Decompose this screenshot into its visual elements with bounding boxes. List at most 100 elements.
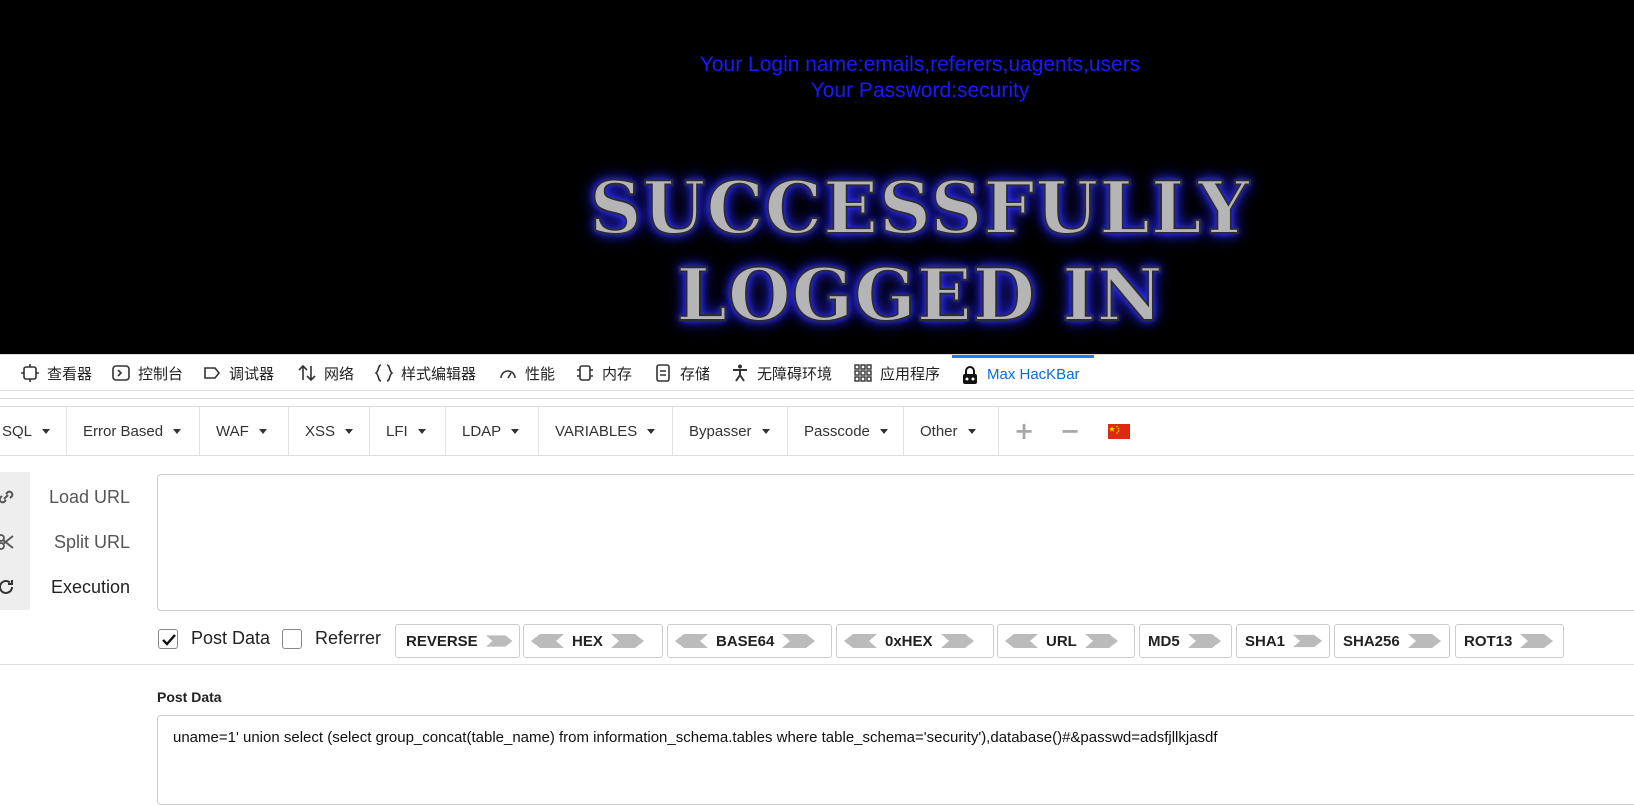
tab-label: 查看器 xyxy=(47,365,93,383)
tab-label: 无障碍环境 xyxy=(757,365,833,383)
tab-max-hackbar[interactable]: Max HacKBar xyxy=(952,355,1094,391)
arrow-right-icon xyxy=(1187,634,1221,648)
encoder-label: URL xyxy=(1046,632,1077,650)
devtools-toolbar: 查看器 控制台 调试器 网络 样式编辑器 性能 内存 存储 无障碍环境 应用程序… xyxy=(0,354,1634,391)
divider xyxy=(0,664,1634,665)
tab-label: 调试器 xyxy=(229,365,275,383)
menu-sql[interactable]: SQL xyxy=(0,407,67,455)
menu-variables[interactable]: VARIABLES xyxy=(539,407,673,455)
style-editor-icon xyxy=(374,364,394,382)
arrow-right-icon xyxy=(782,634,816,648)
split-url-button[interactable]: Split URL xyxy=(0,520,148,564)
caret-down-icon xyxy=(761,428,770,434)
referrer-checkbox-label: Referrer xyxy=(315,628,382,648)
referrer-checkbox[interactable] xyxy=(282,629,302,649)
tab-application[interactable]: 应用程序 xyxy=(853,355,940,391)
split-url-label: Split URL xyxy=(53,531,130,552)
tab-inspector[interactable]: 查看器 xyxy=(20,355,92,391)
arrow-right-icon xyxy=(485,635,513,647)
0xhex-button[interactable]: 0xHEX xyxy=(836,624,994,658)
menu-ldap[interactable]: LDAP xyxy=(446,407,539,455)
menu-label: LDAP xyxy=(462,422,502,440)
reverse-button[interactable]: REVERSE xyxy=(395,624,520,658)
page-viewport: Your Login name:emails,referers,uagents,… xyxy=(0,0,1634,354)
menu-label: VARIABLES xyxy=(555,422,638,440)
application-icon xyxy=(854,364,872,382)
encoder-label: HEX xyxy=(572,632,603,650)
post-data-textarea[interactable]: uname=1' union select (select group_conc… xyxy=(157,715,1634,805)
menu-error-based[interactable]: Error Based xyxy=(67,407,200,455)
menu-lfi[interactable]: LFI xyxy=(370,407,446,455)
refresh-icon xyxy=(0,579,13,594)
china-flag-icon[interactable] xyxy=(1107,407,1131,455)
memory-icon xyxy=(577,365,593,381)
caret-down-icon xyxy=(345,428,354,434)
tab-label: 网络 xyxy=(324,365,355,383)
link-icon xyxy=(0,490,14,504)
encoder-label: 0xHEX xyxy=(885,632,933,650)
encoder-label: REVERSE xyxy=(406,632,478,650)
menu-bypasser[interactable]: Bypasser xyxy=(673,407,788,455)
devtools-separator xyxy=(0,391,1634,399)
inspector-icon xyxy=(21,364,39,382)
password-text: Your Password:security xyxy=(810,79,1030,102)
sha1-button[interactable]: SHA1 xyxy=(1236,624,1330,658)
menu-passcode[interactable]: Passcode xyxy=(788,407,904,455)
tab-memory[interactable]: 内存 xyxy=(575,355,632,391)
menu-label: Bypasser xyxy=(689,422,752,440)
caret-down-icon xyxy=(258,428,267,434)
menu-label: Passcode xyxy=(804,422,870,440)
plus-icon[interactable]: + xyxy=(1010,407,1038,455)
rot13-button[interactable]: ROT13 xyxy=(1455,624,1564,658)
tab-label: 内存 xyxy=(602,365,633,383)
encoder-label: SHA256 xyxy=(1343,632,1400,650)
caret-down-icon xyxy=(879,428,888,434)
caret-down-icon xyxy=(173,428,182,434)
base64-button[interactable]: BASE64 xyxy=(667,624,832,658)
success-banner-line2: LOGGED IN xyxy=(675,251,1164,338)
arrow-right-icon xyxy=(1520,634,1554,648)
tab-style-editor[interactable]: 样式编辑器 xyxy=(374,355,476,391)
minus-icon[interactable]: − xyxy=(1056,407,1084,455)
menu-label: LFI xyxy=(386,422,408,440)
tab-debugger[interactable]: 调试器 xyxy=(202,355,274,391)
load-url-button[interactable]: Load URL xyxy=(0,475,148,519)
menu-label: Error Based xyxy=(83,422,164,440)
tab-storage[interactable]: 存储 xyxy=(653,355,710,391)
tab-label: Max HacKBar xyxy=(987,366,1080,383)
md5-button[interactable]: MD5 xyxy=(1139,624,1232,658)
encoder-label: MD5 xyxy=(1148,632,1180,650)
tab-accessibility[interactable]: 无障碍环境 xyxy=(730,355,832,391)
caret-down-icon xyxy=(42,428,51,434)
menu-xss[interactable]: XSS xyxy=(289,407,370,455)
post-data-checkbox[interactable] xyxy=(158,629,178,649)
post-data-checkbox-label: Post Data xyxy=(191,628,271,648)
url-textarea[interactable] xyxy=(157,474,1634,611)
execution-button[interactable]: Execution xyxy=(0,565,148,609)
menu-label: SQL xyxy=(2,422,33,440)
menu-waf[interactable]: WAF xyxy=(200,407,289,455)
caret-down-icon xyxy=(417,428,426,434)
tab-performance[interactable]: 性能 xyxy=(498,355,555,391)
menu-label: WAF xyxy=(216,422,249,440)
url-encode-button[interactable]: URL xyxy=(997,624,1135,658)
arrow-right-icon xyxy=(610,634,644,648)
encoder-label: SHA1 xyxy=(1245,632,1286,650)
sha256-button[interactable]: SHA256 xyxy=(1334,624,1450,658)
arrow-right-icon xyxy=(1084,634,1118,648)
menu-other[interactable]: Other xyxy=(904,407,999,455)
arrow-left-icon xyxy=(844,634,877,648)
tab-console[interactable]: 控制台 xyxy=(111,355,183,391)
accessibility-icon xyxy=(733,364,747,382)
tab-network[interactable]: 网络 xyxy=(297,355,354,391)
menu-label: XSS xyxy=(305,422,336,440)
checkmark-icon xyxy=(162,634,176,646)
tab-label: 样式编辑器 xyxy=(401,365,477,383)
caret-down-icon xyxy=(967,428,976,434)
encoder-label: ROT13 xyxy=(1464,632,1513,650)
tab-label: 性能 xyxy=(525,365,556,383)
storage-icon xyxy=(656,364,670,382)
arrow-right-icon xyxy=(940,634,974,648)
hex-button[interactable]: HEX xyxy=(523,624,663,658)
hackbar-menu-bar: SQL Error Based WAF XSS LFI LDAP VARIABL… xyxy=(0,406,1634,456)
